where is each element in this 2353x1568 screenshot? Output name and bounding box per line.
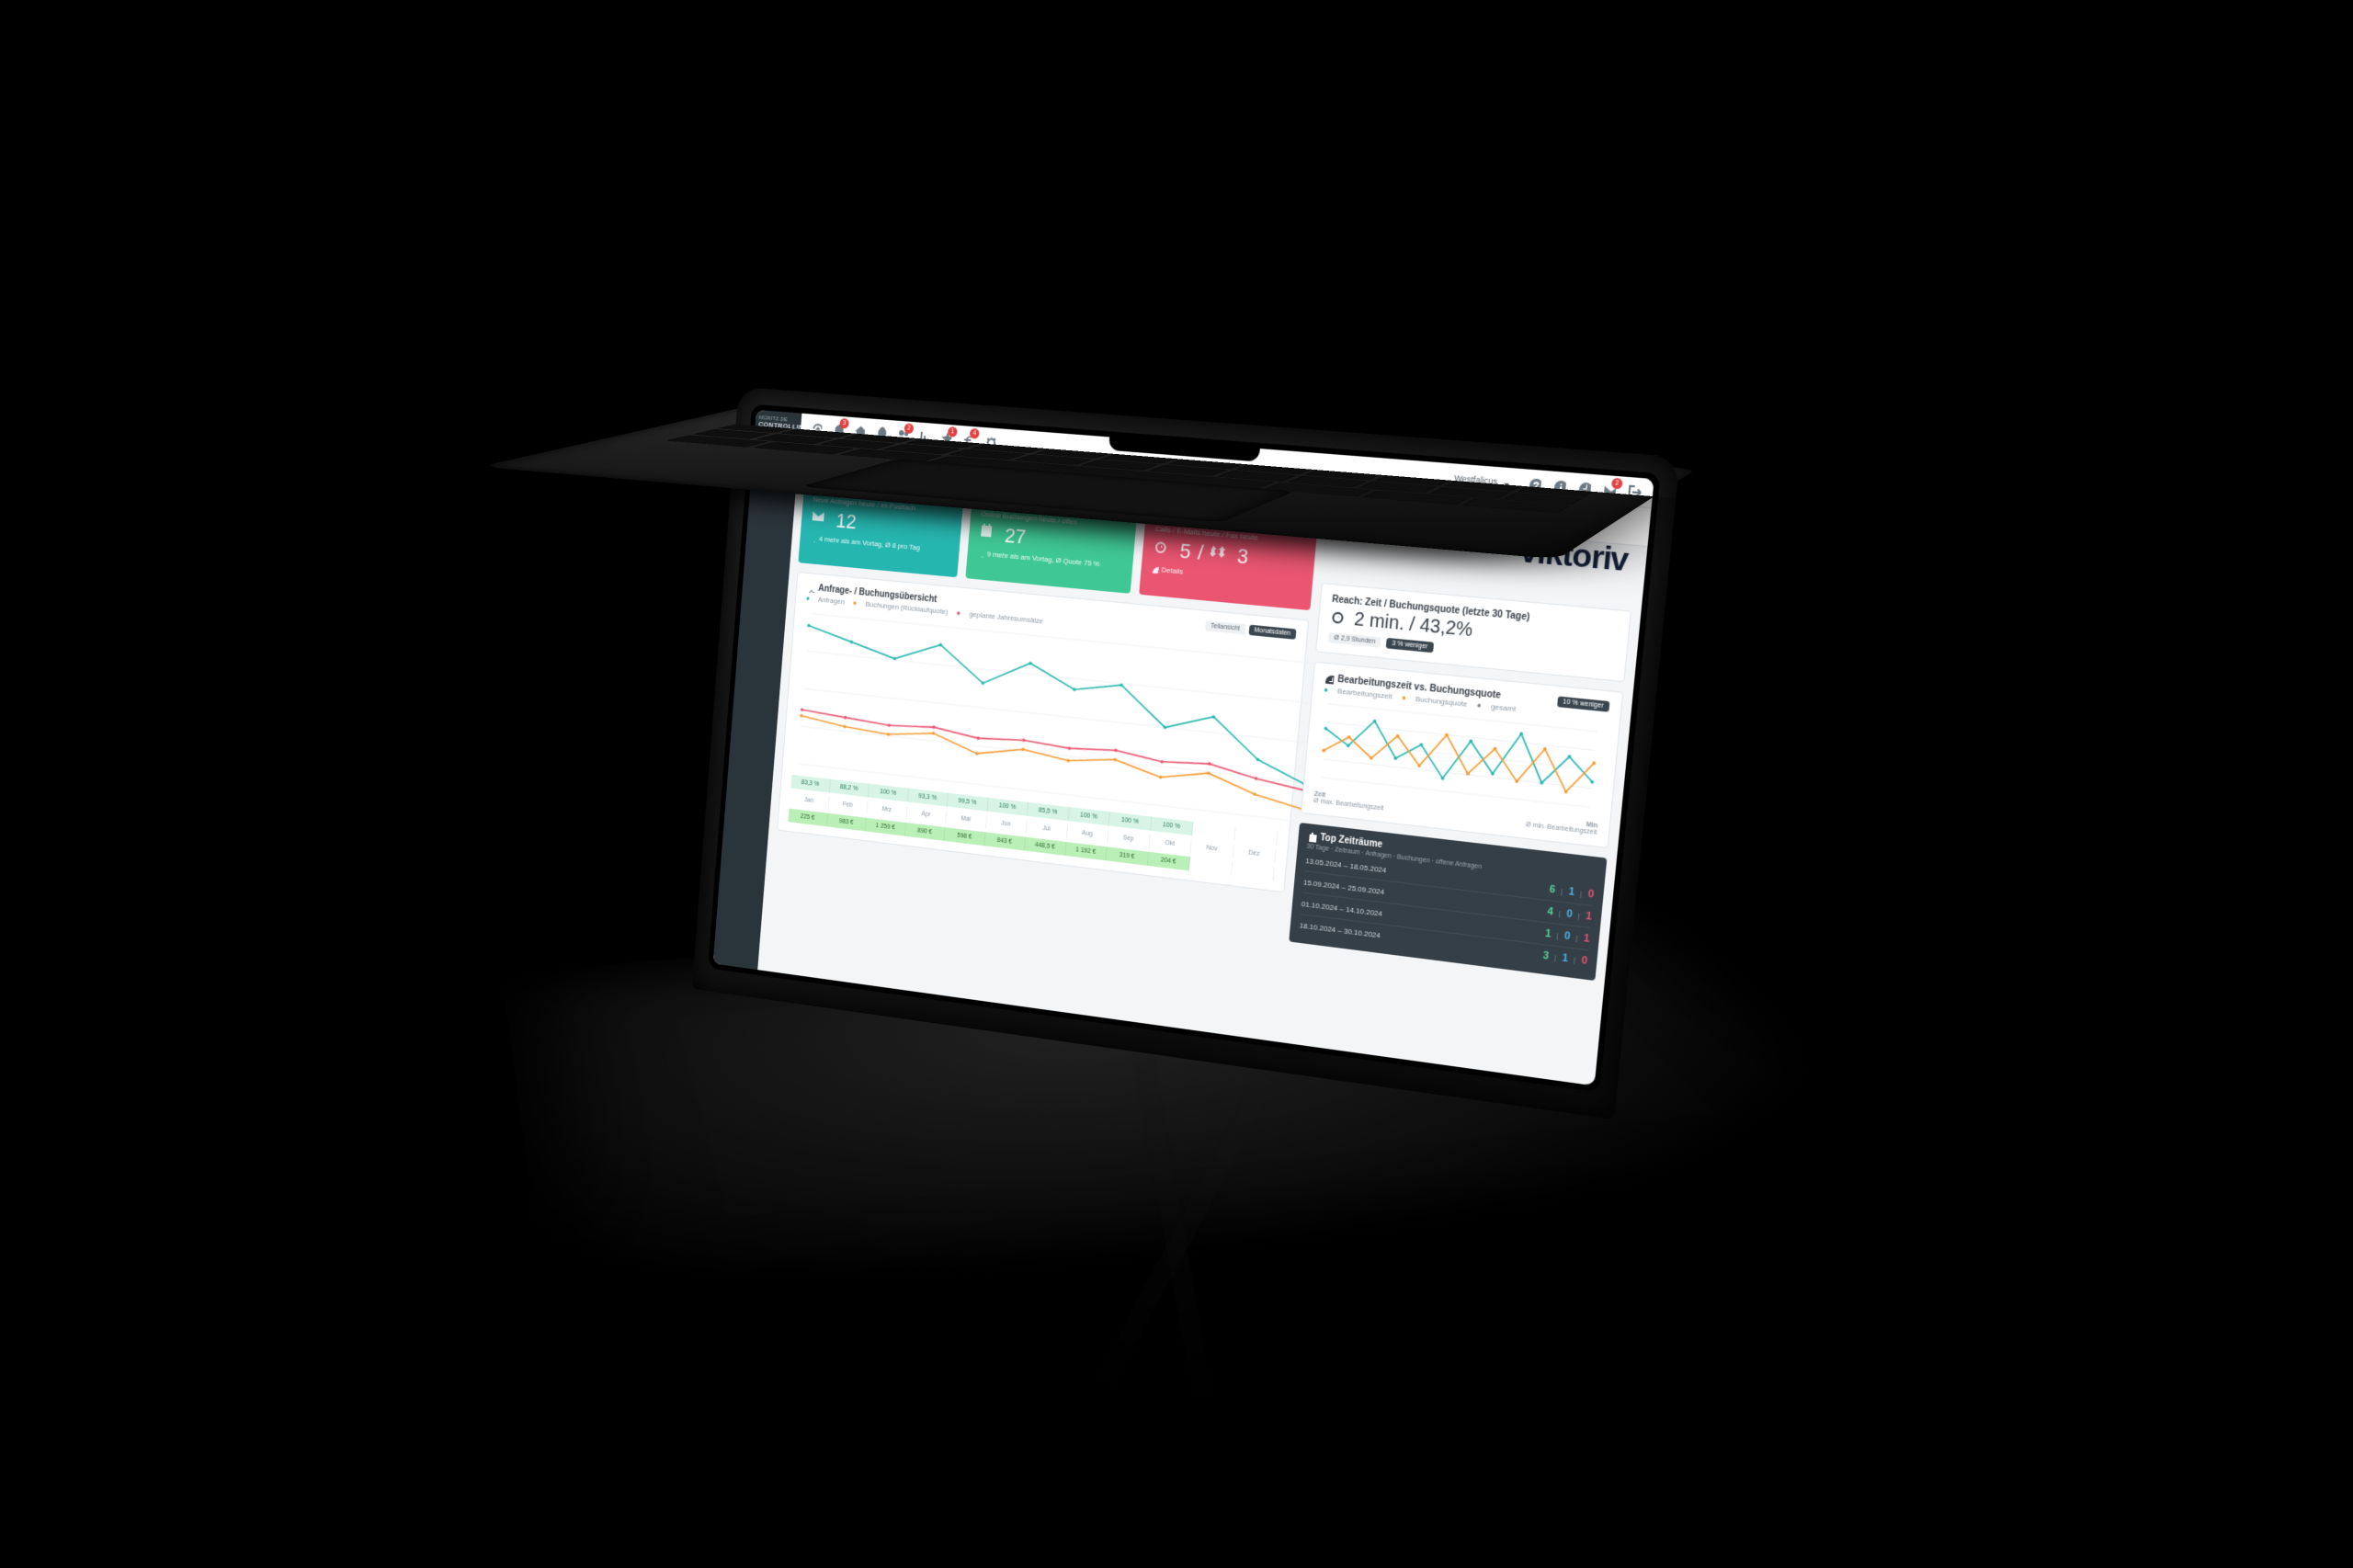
arrows-icon [1210, 543, 1231, 565]
trend-icon [806, 583, 815, 593]
left-column: Neue Anfragen heute / im Postfach 12 4 m… [767, 485, 1318, 1032]
reach-foot-b: 3 % weniger [1386, 638, 1434, 653]
band-cell: Okt [1149, 834, 1192, 853]
band-cell: Aug [1066, 824, 1108, 843]
band-cell: Apr [906, 805, 947, 824]
kpi-value: 27 [1004, 523, 1027, 549]
band-cell: Jun [985, 814, 1027, 833]
band-cell: 99,5 % [948, 792, 989, 811]
trend-icon [977, 549, 984, 557]
band-cell: 100 % [1151, 816, 1194, 835]
band-cell: 93,3 % [907, 788, 948, 806]
toggle-teilansicht[interactable]: Teilansicht [1205, 620, 1245, 634]
band-cell: Feb [828, 796, 869, 814]
mail-icon [811, 508, 830, 529]
band-cell [1231, 861, 1275, 881]
band-cell: 598 € [944, 827, 985, 846]
info-icon [1152, 565, 1159, 574]
band-cell: 88,2 % [829, 779, 870, 798]
band-cell: 1 259 € [866, 818, 906, 836]
calendar-icon [979, 523, 999, 545]
band-cell: 1 192 € [1065, 842, 1108, 860]
timer-icon [1330, 608, 1350, 629]
band-cell: Jan [790, 791, 829, 810]
timer-icon [1153, 539, 1174, 561]
band-cell: 85,5 % [1028, 802, 1070, 821]
band-cell: Mrz [867, 801, 907, 819]
band-cell: Mai [946, 810, 987, 828]
band-cell [1192, 822, 1235, 841]
kpi-value-a: 5 [1179, 539, 1192, 564]
band-cell: 100 % [869, 783, 909, 801]
chart-panel-small: 10 % weniger Bearbeitungszeit vs. Buchun… [1301, 661, 1623, 847]
band-cell: 83,3 % [790, 775, 830, 792]
content: viktoriv Neue Anfragen heute / im Postfa… [757, 475, 1647, 1085]
band-cell: 225 € [788, 808, 827, 826]
calendar-icon [1307, 832, 1317, 842]
chart-panel-main: Teilansicht Monatsdaten Anfrage- / Buchu… [777, 572, 1309, 892]
kpi-value: 12 [835, 508, 858, 534]
laptop: MÜRITZ.DE CONTROLLING Dashboard 3214 [699, 399, 1697, 1080]
clock-icon [1324, 673, 1335, 683]
band-cell: 843 € [984, 832, 1026, 850]
band-cell: 100 % [987, 798, 1029, 816]
band-cell: Sep [1108, 829, 1150, 847]
band-cell: 890 € [904, 823, 945, 841]
band-cell: 319 € [1106, 846, 1148, 865]
band-cell: 100 % [1109, 812, 1152, 830]
top-zeitraeume-panel: Top Zeiträume 30 Tage · Zeitraum · Anfra… [1289, 823, 1607, 981]
trend-icon [810, 534, 817, 541]
band-cell: 448,5 € [1025, 836, 1066, 855]
mockup-scene: MÜRITZ.DE CONTROLLING Dashboard 3214 [0, 0, 2353, 1568]
band-cell: Dez [1233, 844, 1277, 863]
right-column: Reach: Zeit / Buchungsquote (letzte 30 T… [1280, 529, 1637, 1074]
band-cell [1189, 857, 1233, 876]
reach-foot-a: Ø 2,9 Stunden [1328, 632, 1381, 648]
band-cell [1234, 826, 1279, 846]
band-cell: 983 € [826, 812, 867, 831]
band-cell: Jul [1026, 820, 1067, 838]
band-cell: Nov [1190, 839, 1233, 858]
band-cell: 204 € [1147, 852, 1190, 871]
kpi-footer: Details [1161, 565, 1183, 575]
band-cell: 100 % [1068, 807, 1110, 825]
zeitraum-range: 18.10.2024 – 30.10.2024 [1299, 920, 1381, 938]
kpi-value-b: 3 [1236, 544, 1249, 570]
